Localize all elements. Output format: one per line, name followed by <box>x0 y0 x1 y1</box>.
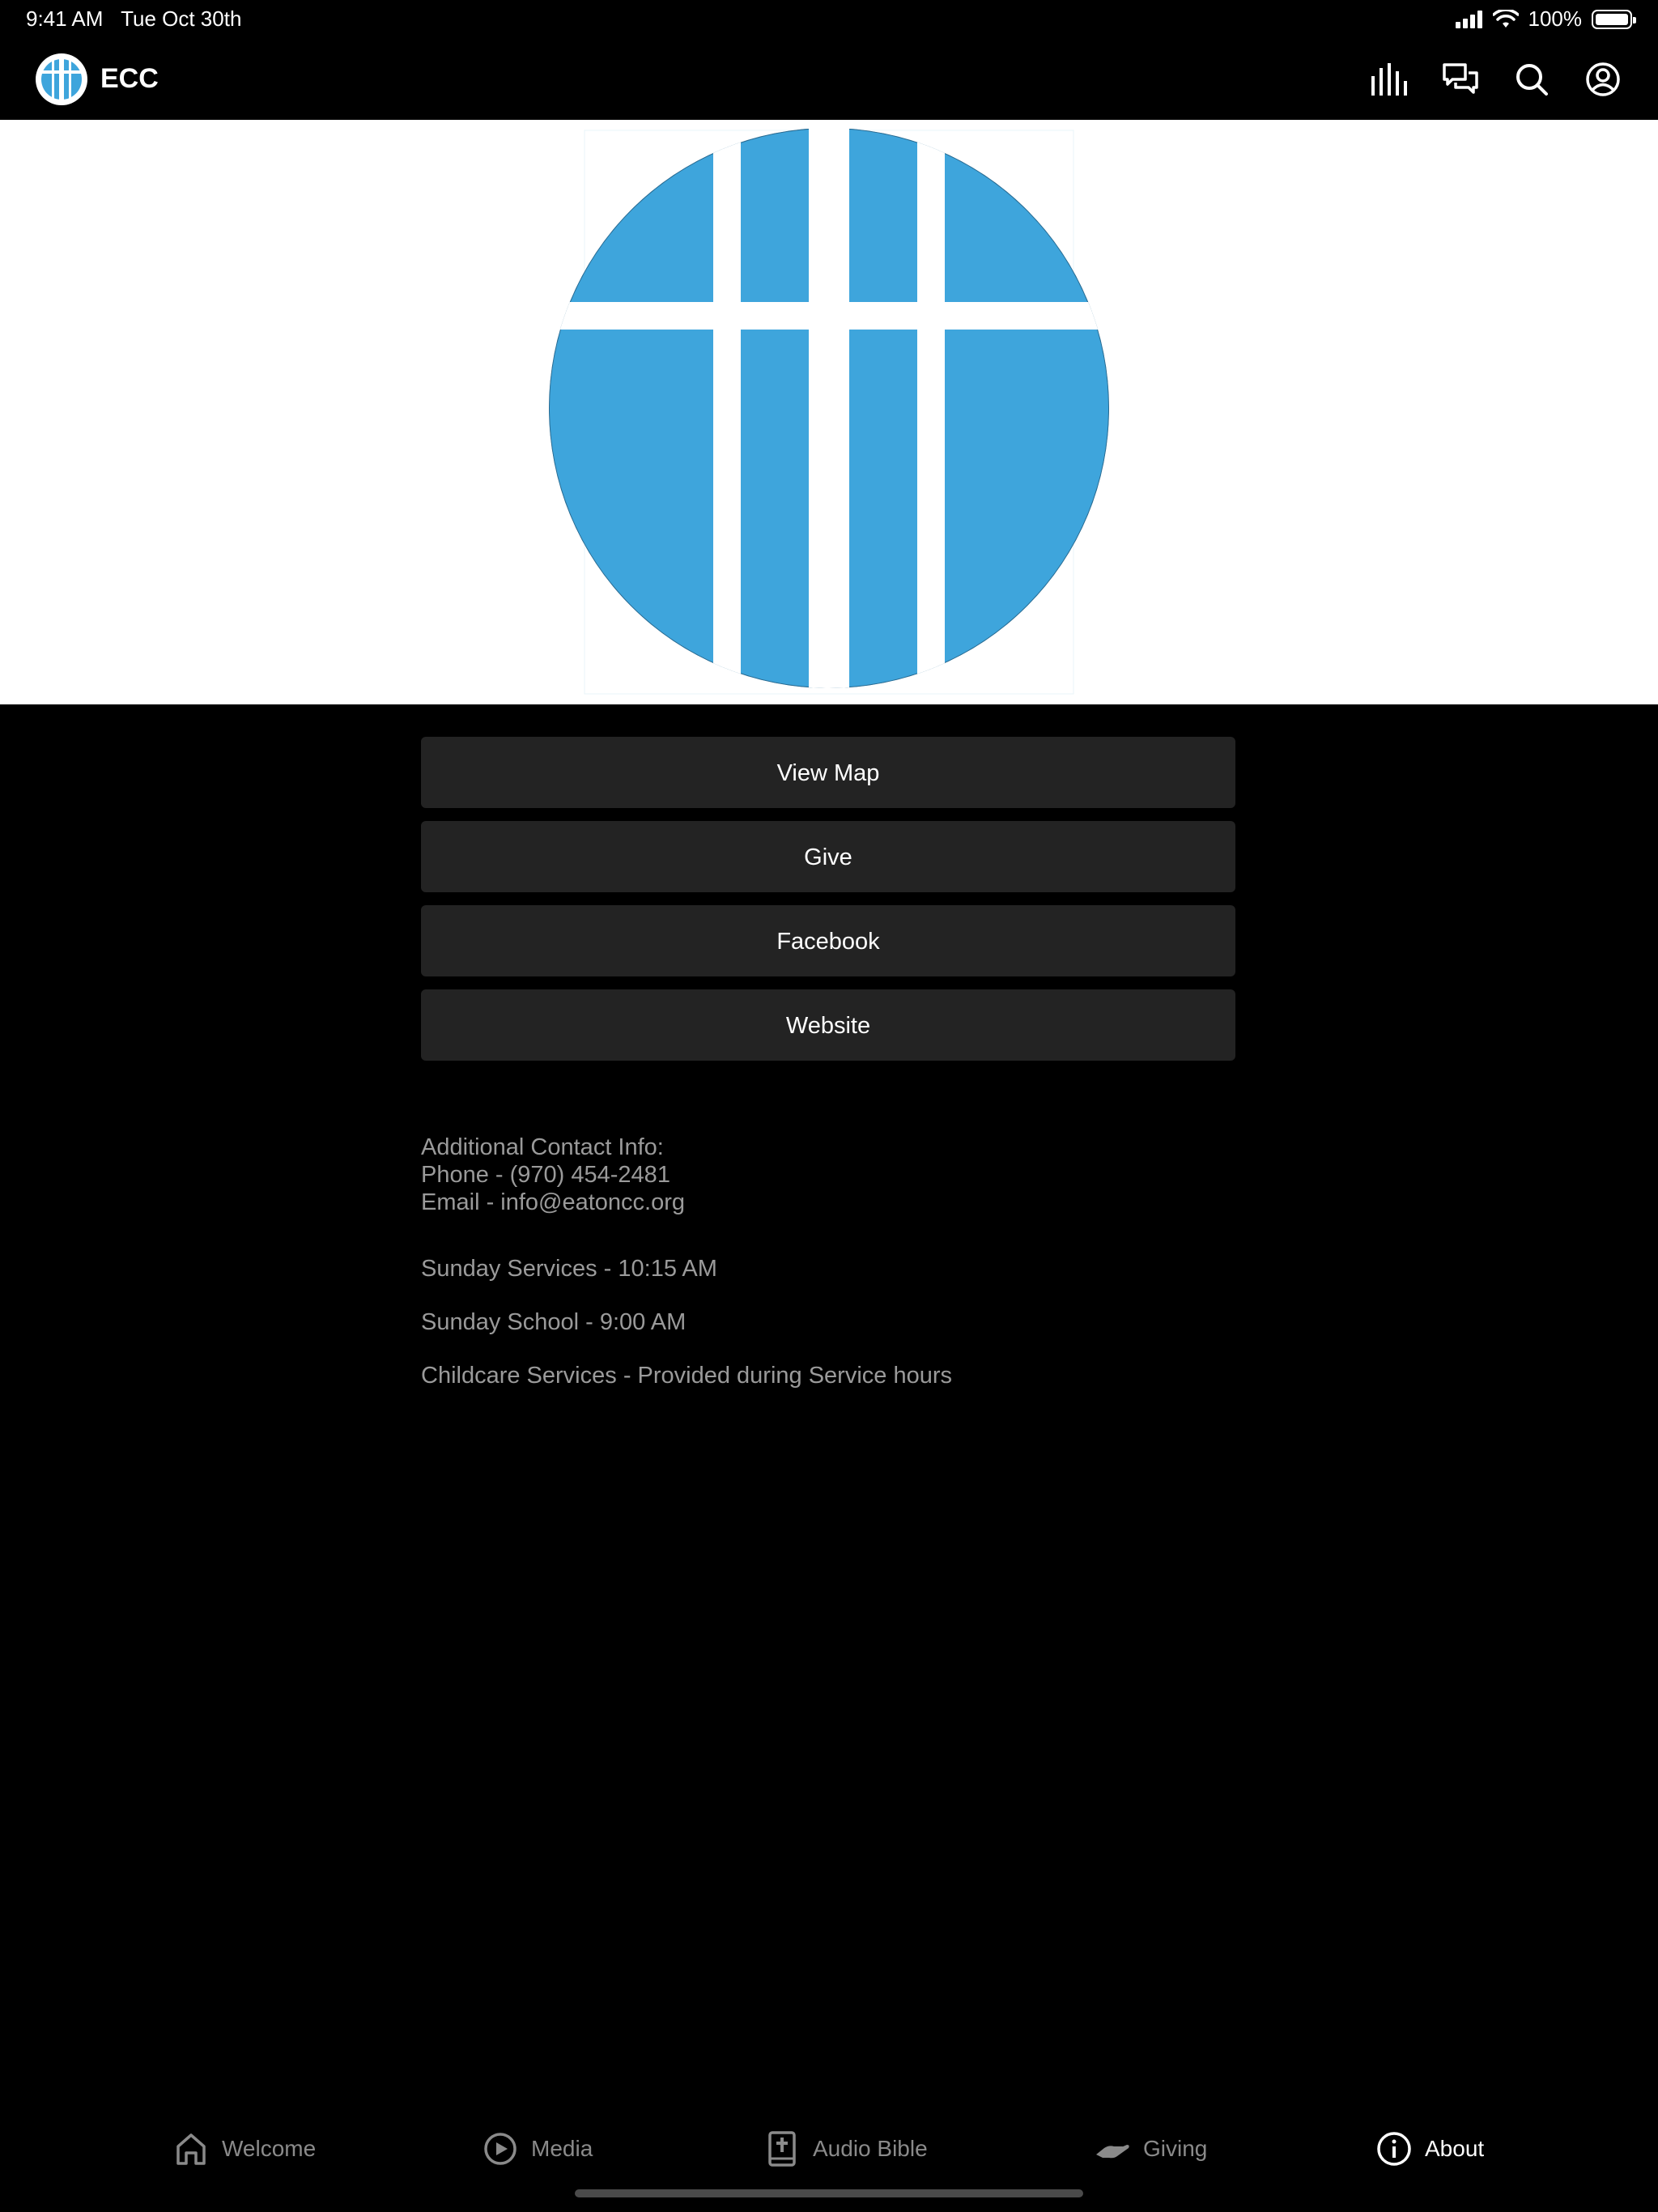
contact-heading: Additional Contact Info: <box>421 1134 664 1160</box>
profile-icon[interactable] <box>1584 60 1622 99</box>
status-date: Tue Oct 30th <box>121 6 242 31</box>
facebook-button[interactable]: Facebook <box>421 905 1235 976</box>
tab-about[interactable]: About <box>1376 2116 1484 2181</box>
church-logo-image <box>549 129 1109 695</box>
giving-hand-icon <box>1095 2131 1130 2167</box>
childcare-info: Childcare Services - Provided during Ser… <box>421 1363 953 1389</box>
tab-welcome[interactable]: Welcome <box>173 2116 316 2181</box>
tab-giving-label: Giving <box>1143 2136 1208 2161</box>
tab-audio-bible[interactable]: Audio Bible <box>764 2116 928 2181</box>
contact-info: Additional Contact Info: Phone - (970) 4… <box>421 1134 1312 1415</box>
view-map-button[interactable]: View Map <box>421 737 1235 808</box>
tab-bar: Welcome Media Audio Bible Giving About <box>0 2116 1658 2181</box>
home-indicator[interactable] <box>575 2189 1083 2197</box>
status-indicators: 100% <box>1455 6 1636 32</box>
app-logo[interactable] <box>36 53 87 105</box>
bible-icon <box>764 2131 800 2167</box>
battery-percent: 100% <box>1528 6 1583 31</box>
action-buttons: View Map Give Facebook Website <box>421 737 1235 1074</box>
tab-welcome-label: Welcome <box>222 2136 317 2161</box>
search-icon[interactable] <box>1512 60 1551 99</box>
contact-email: Email - info@eatoncc.org <box>421 1189 686 1215</box>
play-icon <box>483 2131 518 2167</box>
wifi-icon <box>1492 9 1519 28</box>
school-time: Sunday School - 9:00 AM <box>421 1309 687 1335</box>
header-actions <box>1370 60 1622 99</box>
contact-phone: Phone - (970) 454-2481 <box>421 1162 670 1188</box>
tab-audio-bible-label: Audio Bible <box>813 2136 928 2161</box>
give-button[interactable]: Give <box>421 821 1235 892</box>
status-bar: 9:41 AM Tue Oct 30th 100% <box>0 0 1658 39</box>
services-time: Sunday Services - 10:15 AM <box>421 1256 717 1282</box>
status-clock: 9:41 AM <box>26 6 104 31</box>
tab-media-label: Media <box>531 2136 593 2161</box>
info-icon <box>1376 2131 1412 2167</box>
status-time: 9:41 AM Tue Oct 30th <box>26 6 241 32</box>
tab-giving[interactable]: Giving <box>1095 2116 1207 2181</box>
chat-icon[interactable] <box>1441 60 1480 99</box>
tab-about-label: About <box>1425 2136 1485 2161</box>
contact-block: Additional Contact Info: Phone - (970) 4… <box>421 1134 1312 1216</box>
website-button[interactable]: Website <box>421 989 1235 1061</box>
home-icon <box>173 2131 209 2167</box>
signal-icon <box>1455 10 1482 28</box>
nav-header: ECC <box>0 39 1658 120</box>
logo-icon <box>40 58 83 100</box>
battery-icon <box>1592 9 1636 29</box>
hero-banner <box>0 120 1658 704</box>
app-title: ECC <box>100 63 159 94</box>
equalizer-icon[interactable] <box>1370 60 1409 99</box>
tab-media[interactable]: Media <box>483 2116 593 2181</box>
